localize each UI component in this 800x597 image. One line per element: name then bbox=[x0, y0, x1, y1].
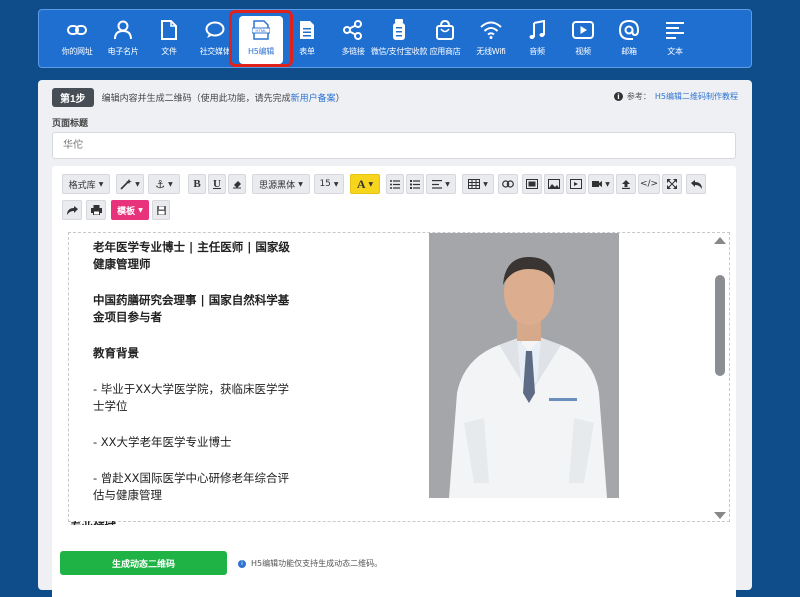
editor-content[interactable]: 老年医学专业博士 | 主任医师 | 国家级健康管理师 中国药膳研究会理事 | 国家… bbox=[68, 232, 730, 522]
nav-item-label: 多链接 bbox=[341, 47, 365, 56]
print-icon[interactable] bbox=[86, 200, 106, 220]
bio-paragraph: - 毕业于XX大学医学院，获临床医学学士学位 bbox=[93, 382, 290, 413]
nav-item-label: 文件 bbox=[161, 47, 177, 56]
video-play-icon bbox=[571, 18, 595, 42]
template-dropdown[interactable]: 模板 ▼ bbox=[111, 200, 149, 220]
format-library-dropdown[interactable]: 格式库 ▼ bbox=[62, 174, 110, 194]
nav-item-9[interactable]: 无线Wifi bbox=[469, 16, 513, 64]
nav-item-label: 无线Wifi bbox=[476, 47, 506, 56]
page-title-input[interactable]: 华佗 bbox=[52, 132, 736, 159]
wifi-icon bbox=[479, 18, 503, 42]
step-badge: 第1步 bbox=[52, 87, 94, 107]
nav-item-label: 应用商店 bbox=[429, 47, 461, 56]
table-dropdown[interactable]: ▼ bbox=[462, 174, 494, 194]
nav-item-7[interactable]: 微信/支付宝收款 bbox=[371, 16, 427, 64]
generate-bar: 生成动态二维码 i H5编辑功能仅支持生成动态二维码。 bbox=[52, 546, 736, 580]
anchor-icon[interactable]: ⚓ ▼ bbox=[148, 174, 180, 194]
info-icon: i bbox=[613, 92, 623, 101]
text-lines-icon bbox=[663, 18, 687, 42]
bio-text: 老年医学专业博士 | 主任医师 | 国家级健康管理师 中国药膳研究会理事 | 国家… bbox=[93, 239, 293, 521]
generate-qr-button[interactable]: 生成动态二维码 bbox=[60, 551, 227, 575]
undo-icon[interactable] bbox=[686, 174, 706, 194]
upload-icon[interactable] bbox=[616, 174, 636, 194]
nav-item-label: 电子名片 bbox=[107, 47, 139, 56]
link-icon bbox=[65, 18, 89, 42]
nav-item-2[interactable]: 文件 bbox=[147, 16, 191, 64]
font-family-dropdown[interactable]: 思源黑体 ▼ bbox=[252, 174, 310, 194]
bio-paragraph: - 曾赴XX国际医学中心研修老年综合评估与健康管理 bbox=[93, 471, 290, 502]
scroll-thumb[interactable] bbox=[715, 275, 725, 376]
nav-item-label: 社交媒体 bbox=[199, 47, 231, 56]
cut-off-heading: 专业领域 bbox=[70, 519, 116, 525]
step-suffix: ） bbox=[335, 93, 345, 104]
info-icon: i bbox=[238, 559, 246, 568]
eraser-icon[interactable] bbox=[228, 174, 246, 194]
step-text: 编辑内容并生成二维码（使用此功能，请先完成 bbox=[101, 93, 291, 104]
editor-panel: 第1步 编辑内容并生成二维码（使用此功能，请先完成新用户备案） i 参考： H5… bbox=[38, 80, 752, 597]
active-item-highlight bbox=[229, 10, 293, 67]
bio-paragraph: 老年医学专业博士 | 主任医师 | 国家级健康管理师 bbox=[93, 240, 290, 271]
shopping-bag-icon bbox=[433, 18, 457, 42]
nav-item-label: 视频 bbox=[575, 47, 591, 56]
source-code-button[interactable]: </> bbox=[638, 174, 660, 194]
share-icon bbox=[341, 18, 365, 42]
form-icon bbox=[295, 18, 319, 42]
step-row: 第1步 编辑内容并生成二维码（使用此功能，请先完成新用户备案） i 参考： H5… bbox=[52, 87, 738, 107]
nav-item-label: 文本 bbox=[667, 47, 683, 56]
save-icon[interactable] bbox=[152, 200, 170, 220]
bio-paragraph: - XX大学老年医学专业博士 bbox=[93, 435, 232, 449]
scroll-up-arrow-icon[interactable] bbox=[714, 237, 726, 244]
nav-item-12[interactable]: 邮箱 bbox=[607, 16, 651, 64]
media-dropdown[interactable]: ▼ bbox=[588, 174, 614, 194]
scroll-down-arrow-icon[interactable] bbox=[714, 512, 726, 519]
nav-item-label: 邮箱 bbox=[621, 47, 637, 56]
generate-note-text: H5编辑功能仅支持生成动态二维码。 bbox=[251, 559, 383, 568]
numbered-list-icon[interactable] bbox=[406, 174, 424, 194]
fullscreen-icon[interactable] bbox=[662, 174, 682, 194]
font-color-dropdown[interactable]: A ▼ bbox=[350, 174, 380, 194]
nav-item-label: 音频 bbox=[529, 47, 545, 56]
nav-item-11[interactable]: 视频 bbox=[561, 16, 605, 64]
video-icon[interactable] bbox=[566, 174, 586, 194]
reference-label: 参考： bbox=[626, 92, 651, 101]
page-title-label: 页面标题 bbox=[52, 119, 89, 129]
align-dropdown[interactable]: ▼ bbox=[426, 174, 456, 194]
nav-item-1[interactable]: 电子名片 bbox=[101, 16, 145, 64]
qr-type-nav: 你的网址 电子名片 文件 社交媒体 HTML H5编辑 表单 多链接 微信/支付宝收款 应用商店无… bbox=[38, 9, 752, 68]
underline-button[interactable]: U bbox=[208, 174, 226, 194]
nav-item-6[interactable]: 多链接 bbox=[331, 16, 375, 64]
image-icon[interactable] bbox=[544, 174, 564, 194]
person-icon bbox=[111, 18, 135, 42]
magic-wand-icon[interactable]: ▼ bbox=[116, 174, 144, 194]
nav-item-13[interactable]: 文本 bbox=[653, 16, 697, 64]
bullet-list-icon[interactable] bbox=[386, 174, 404, 194]
image-gallery-icon[interactable] bbox=[522, 174, 542, 194]
bold-button[interactable]: B bbox=[188, 174, 206, 194]
nav-item-label: 表单 bbox=[299, 47, 315, 56]
payment-icon bbox=[387, 18, 411, 42]
music-note-icon bbox=[525, 18, 549, 42]
bio-paragraph: 中国药膳研究会理事 | 国家自然科学基金项目参与者 bbox=[93, 293, 290, 324]
register-link[interactable]: 新用户备案 bbox=[291, 94, 336, 104]
nav-item-label: 你的网址 bbox=[61, 47, 93, 56]
file-icon bbox=[157, 18, 181, 42]
bio-paragraph: 教育背景 bbox=[93, 346, 139, 360]
doctor-portrait-image bbox=[429, 233, 619, 498]
redo-icon[interactable] bbox=[62, 200, 82, 220]
nav-item-10[interactable]: 音频 bbox=[515, 16, 559, 64]
generate-note: i H5编辑功能仅支持生成动态二维码。 bbox=[238, 558, 382, 569]
editor-scrollbar[interactable] bbox=[711, 233, 729, 521]
font-size-dropdown[interactable]: 15 ▼ bbox=[314, 174, 344, 194]
tutorial-link[interactable]: H5编辑二维码制作教程 bbox=[655, 91, 738, 102]
nav-item-8[interactable]: 应用商店 bbox=[423, 16, 467, 64]
at-sign-icon bbox=[617, 18, 641, 42]
rich-text-editor: 格式库 ▼ ▼ ⚓ ▼ B U 思源黑体 ▼ 15 ▼ A ▼ ▼ ▼ ▼ </> bbox=[52, 166, 736, 597]
reference: i 参考： H5编辑二维码制作教程 bbox=[613, 91, 738, 102]
chat-bubble-icon bbox=[203, 18, 227, 42]
nav-item-0[interactable]: 你的网址 bbox=[55, 16, 99, 64]
step-instruction: 编辑内容并生成二维码（使用此功能，请先完成新用户备案） bbox=[102, 91, 345, 104]
link-icon[interactable] bbox=[498, 174, 518, 194]
nav-item-label: 微信/支付宝收款 bbox=[370, 47, 428, 56]
